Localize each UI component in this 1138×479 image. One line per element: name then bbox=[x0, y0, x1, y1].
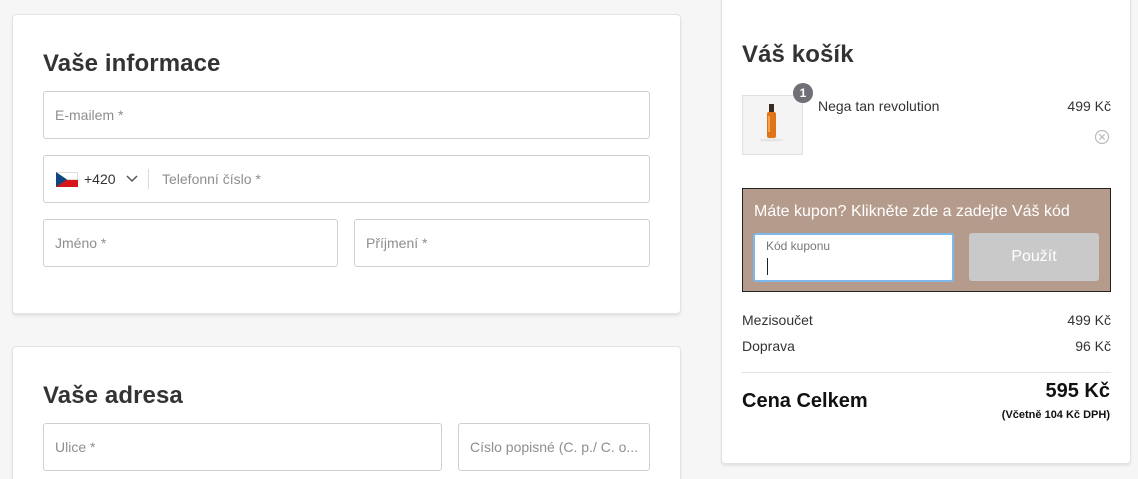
subtotal-label: Mezisoučet bbox=[742, 312, 813, 328]
text-cursor bbox=[767, 258, 768, 275]
coupon-code-label: Kód kuponu bbox=[766, 239, 831, 253]
cart-item-price: 499 Kč bbox=[1067, 98, 1111, 114]
coupon-box: Máte kupon? Klikněte zde a zadejte Váš k… bbox=[742, 188, 1111, 292]
last-name-field[interactable]: Příjmení * bbox=[354, 219, 650, 267]
remove-item-icon[interactable] bbox=[1094, 129, 1110, 145]
divider bbox=[742, 372, 1111, 373]
quantity-badge: 1 bbox=[793, 83, 813, 103]
first-name-field[interactable]: Jméno * bbox=[43, 219, 338, 267]
address-title: Vaše adresa bbox=[43, 382, 183, 409]
divider bbox=[148, 169, 149, 189]
phone-placeholder: Telefonní číslo * bbox=[162, 171, 261, 187]
phone-field[interactable]: +420 Telefonní číslo * bbox=[43, 155, 650, 203]
product-image bbox=[742, 95, 803, 155]
cart-title: Váš košík bbox=[742, 41, 854, 68]
first-name-placeholder: Jméno * bbox=[55, 235, 107, 251]
czech-flag-icon[interactable] bbox=[56, 172, 78, 187]
house-number-placeholder: Císlo popisné (C. p./ C. o... bbox=[470, 439, 639, 455]
vat-note: (Včetně 104 Kč DPH) bbox=[1001, 409, 1110, 421]
cart-item-name: Nega tan revolution bbox=[818, 98, 940, 114]
subtotal-value: 499 Kč bbox=[1067, 312, 1111, 328]
customer-info-card: Vaše informace E-mailem * +420 Telefonní… bbox=[12, 14, 681, 314]
street-placeholder: Ulice * bbox=[55, 439, 96, 455]
street-field[interactable]: Ulice * bbox=[43, 423, 442, 471]
shipping-label: Doprava bbox=[742, 338, 795, 354]
chevron-down-icon[interactable] bbox=[126, 172, 138, 184]
coupon-code-input[interactable]: Kód kuponu bbox=[753, 233, 954, 282]
shipping-value: 96 Kč bbox=[1075, 338, 1111, 354]
total-label: Cena Celkem bbox=[742, 390, 868, 412]
customer-info-title: Vaše informace bbox=[43, 50, 221, 77]
dial-code[interactable]: +420 bbox=[84, 171, 116, 187]
last-name-placeholder: Příjmení * bbox=[366, 235, 428, 251]
coupon-prompt[interactable]: Máte kupon? Klikněte zde a zadejte Váš k… bbox=[754, 203, 1070, 221]
total-value: 595 Kč bbox=[1045, 380, 1111, 402]
address-card: Vaše adresa Ulice * Císlo popisné (C. p.… bbox=[12, 346, 681, 479]
cart-card: Váš košík 1 Nega tan revolution 499 Kč M… bbox=[721, 0, 1131, 464]
email-placeholder: E-mailem * bbox=[55, 107, 124, 123]
house-number-field[interactable]: Císlo popisné (C. p./ C. o... bbox=[458, 423, 650, 471]
apply-coupon-button[interactable]: Použít bbox=[969, 233, 1099, 281]
email-field[interactable]: E-mailem * bbox=[43, 91, 650, 139]
